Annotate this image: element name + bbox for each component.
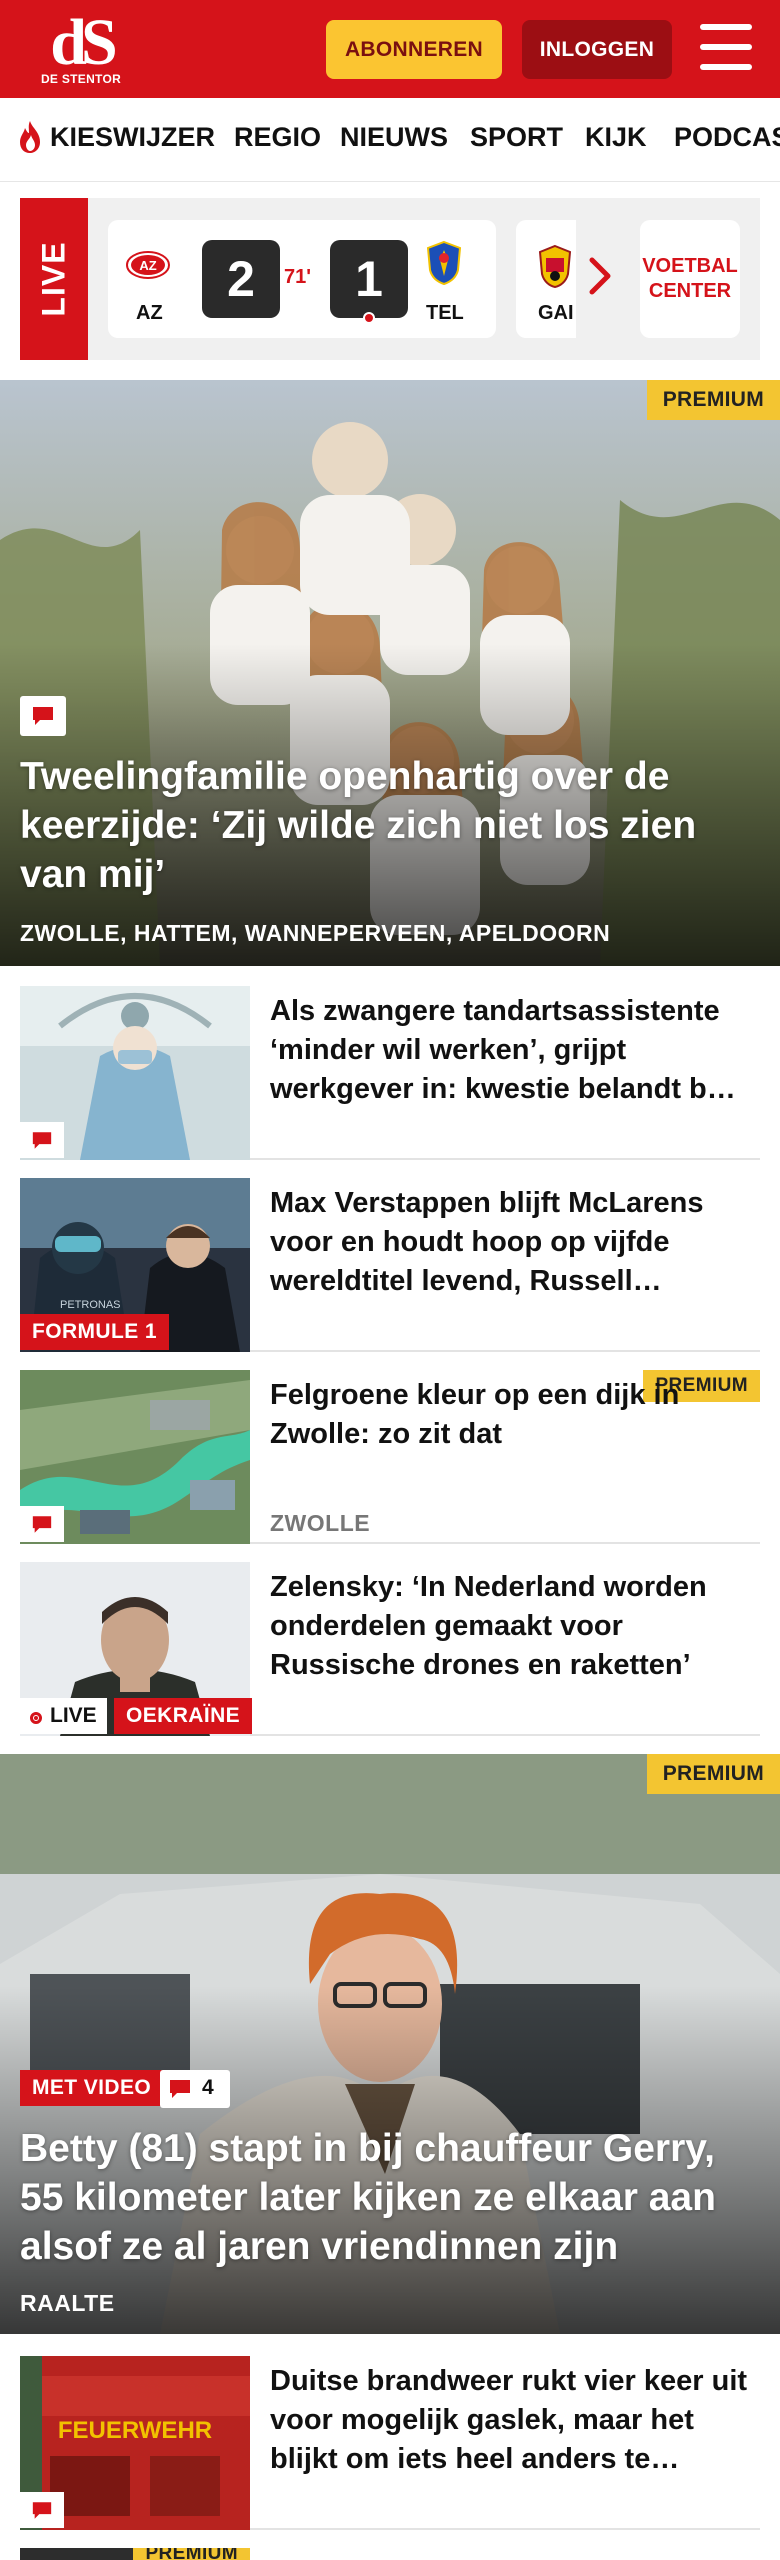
live-indicator: LIVE — [20, 1698, 107, 1734]
list-item[interactable]: LIVE OEKRAÏNE Zelensky: ‘In Nederland wo… — [20, 1562, 760, 1736]
gae-crest-icon — [538, 244, 572, 288]
article-title[interactable]: Als zwangere tandartsassistente ‘minder … — [270, 992, 760, 1109]
hero-kicker: ZWOLLE, HATTEM, WANNEPERVEEN, APELDOORN — [20, 920, 611, 946]
article-title[interactable]: Felgroene kleur op een dijk in Zwolle: z… — [270, 1376, 760, 1454]
premium-badge: PREMIUM — [133, 2548, 250, 2560]
away-score: 1 — [330, 240, 408, 318]
home-team-code: AZ — [136, 302, 163, 324]
az-crest-icon: AZ — [126, 251, 170, 279]
top-header: dS DE STENTOR ABONNEREN INLOGGEN — [0, 0, 780, 98]
hero-title[interactable]: Tweelingfamilie openhartig over de keerz… — [20, 752, 760, 899]
article-title[interactable]: Duitse brandweer rukt vier keer uit voor… — [270, 2362, 760, 2479]
comment-count: 4 — [202, 2076, 214, 2099]
main-nav: KIESWIJZER REGIO NIEUWS SPORT KIJK PODCA… — [0, 98, 780, 182]
subscribe-button[interactable]: ABONNEREN — [326, 20, 502, 79]
live-goal-indicator — [363, 312, 375, 324]
hero-kicker: RAALTE — [20, 2290, 115, 2316]
voetbal-center-link[interactable]: VOETBAL CENTER — [640, 220, 740, 338]
logo-subtitle: DE STENTOR — [40, 72, 122, 86]
chevron-right-icon[interactable] — [586, 256, 614, 296]
live-tab[interactable]: LIVE — [20, 198, 88, 360]
live-label: LIVE — [35, 241, 72, 317]
hero-article-2[interactable]: PREMIUM MET VIDEO 4 Betty (81) stapt in … — [0, 1754, 780, 2334]
comment-icon — [20, 2492, 64, 2528]
nav-item-sport[interactable]: SPORT — [470, 122, 563, 153]
svg-text:FEUERWEHR: FEUERWEHR — [58, 2417, 212, 2444]
away-team-code: TEL — [426, 302, 464, 324]
next-team-code: GAI — [538, 302, 574, 324]
match-card[interactable]: AZ AZ 2 71' 1 TEL — [108, 220, 496, 338]
home-score: 2 — [202, 240, 280, 318]
login-button[interactable]: INLOGGEN — [522, 20, 672, 79]
match-minute: 71' — [284, 266, 312, 288]
comment-count-badge: 4 — [160, 2070, 230, 2108]
nav-item-regio[interactable]: REGIO — [234, 122, 321, 153]
svg-text:PETRONAS: PETRONAS — [60, 1299, 121, 1311]
list-item[interactable]: PETRONAS FORMULE 1 Max Verstappen blijft… — [20, 1178, 760, 1352]
article-title[interactable]: Max Verstappen blijft McLarens voor en h… — [270, 1184, 760, 1301]
premium-badge: PREMIUM — [646, 380, 780, 420]
article-title[interactable]: Zelensky: ‘In Nederland worden onderdele… — [270, 1568, 760, 1685]
svg-text:AZ: AZ — [139, 258, 156, 273]
live-dot-icon — [30, 1712, 42, 1724]
article-kicker: ZWOLLE — [270, 1510, 371, 1536]
nav-item-podcast[interactable]: PODCAS — [674, 122, 780, 153]
live-scores-bar: LIVE AZ AZ 2 71' 1 TEL GAI VOETBAL CENTE… — [20, 198, 760, 360]
menu-icon[interactable] — [700, 24, 752, 70]
list-item[interactable]: Als zwangere tandartsassistente ‘minder … — [20, 986, 760, 1160]
live-label: LIVE — [50, 1704, 97, 1727]
logo-mark: dS — [50, 6, 117, 79]
article-thumbnail-partial: PREMIUM — [20, 2548, 250, 2560]
comment-icon — [20, 696, 66, 736]
video-tag[interactable]: MET VIDEO — [20, 2070, 164, 2106]
next-match-card[interactable]: GAI — [516, 220, 576, 338]
list-item[interactable]: PREMIUM Felgroene kleur op een dijk in Z… — [20, 1370, 760, 1544]
nav-item-kijk[interactable]: KIJK — [585, 122, 647, 153]
category-tag[interactable]: FORMULE 1 — [20, 1314, 169, 1350]
site-logo[interactable]: dS DE STENTOR — [26, 10, 136, 90]
comment-icon — [20, 1122, 64, 1158]
list-item[interactable]: FEUERWEHR Duitse brandweer rukt vier kee… — [20, 2356, 760, 2530]
comment-icon — [20, 1506, 64, 1542]
flame-icon — [20, 121, 40, 153]
comment-icon — [170, 2080, 190, 2098]
premium-badge: PREMIUM — [646, 1754, 780, 1794]
category-tag[interactable]: OEKRAÏNE — [114, 1698, 253, 1734]
nav-item-kieswijzer[interactable]: KIESWIJZER — [50, 122, 215, 153]
hero-article-1[interactable]: PREMIUM Tweelingfamilie openhartig over … — [0, 380, 780, 966]
telstar-crest-icon — [426, 240, 462, 286]
hero-title[interactable]: Betty (81) stapt in bij chauffeur Gerry,… — [20, 2124, 760, 2271]
nav-item-nieuws[interactable]: NIEUWS — [340, 122, 448, 153]
